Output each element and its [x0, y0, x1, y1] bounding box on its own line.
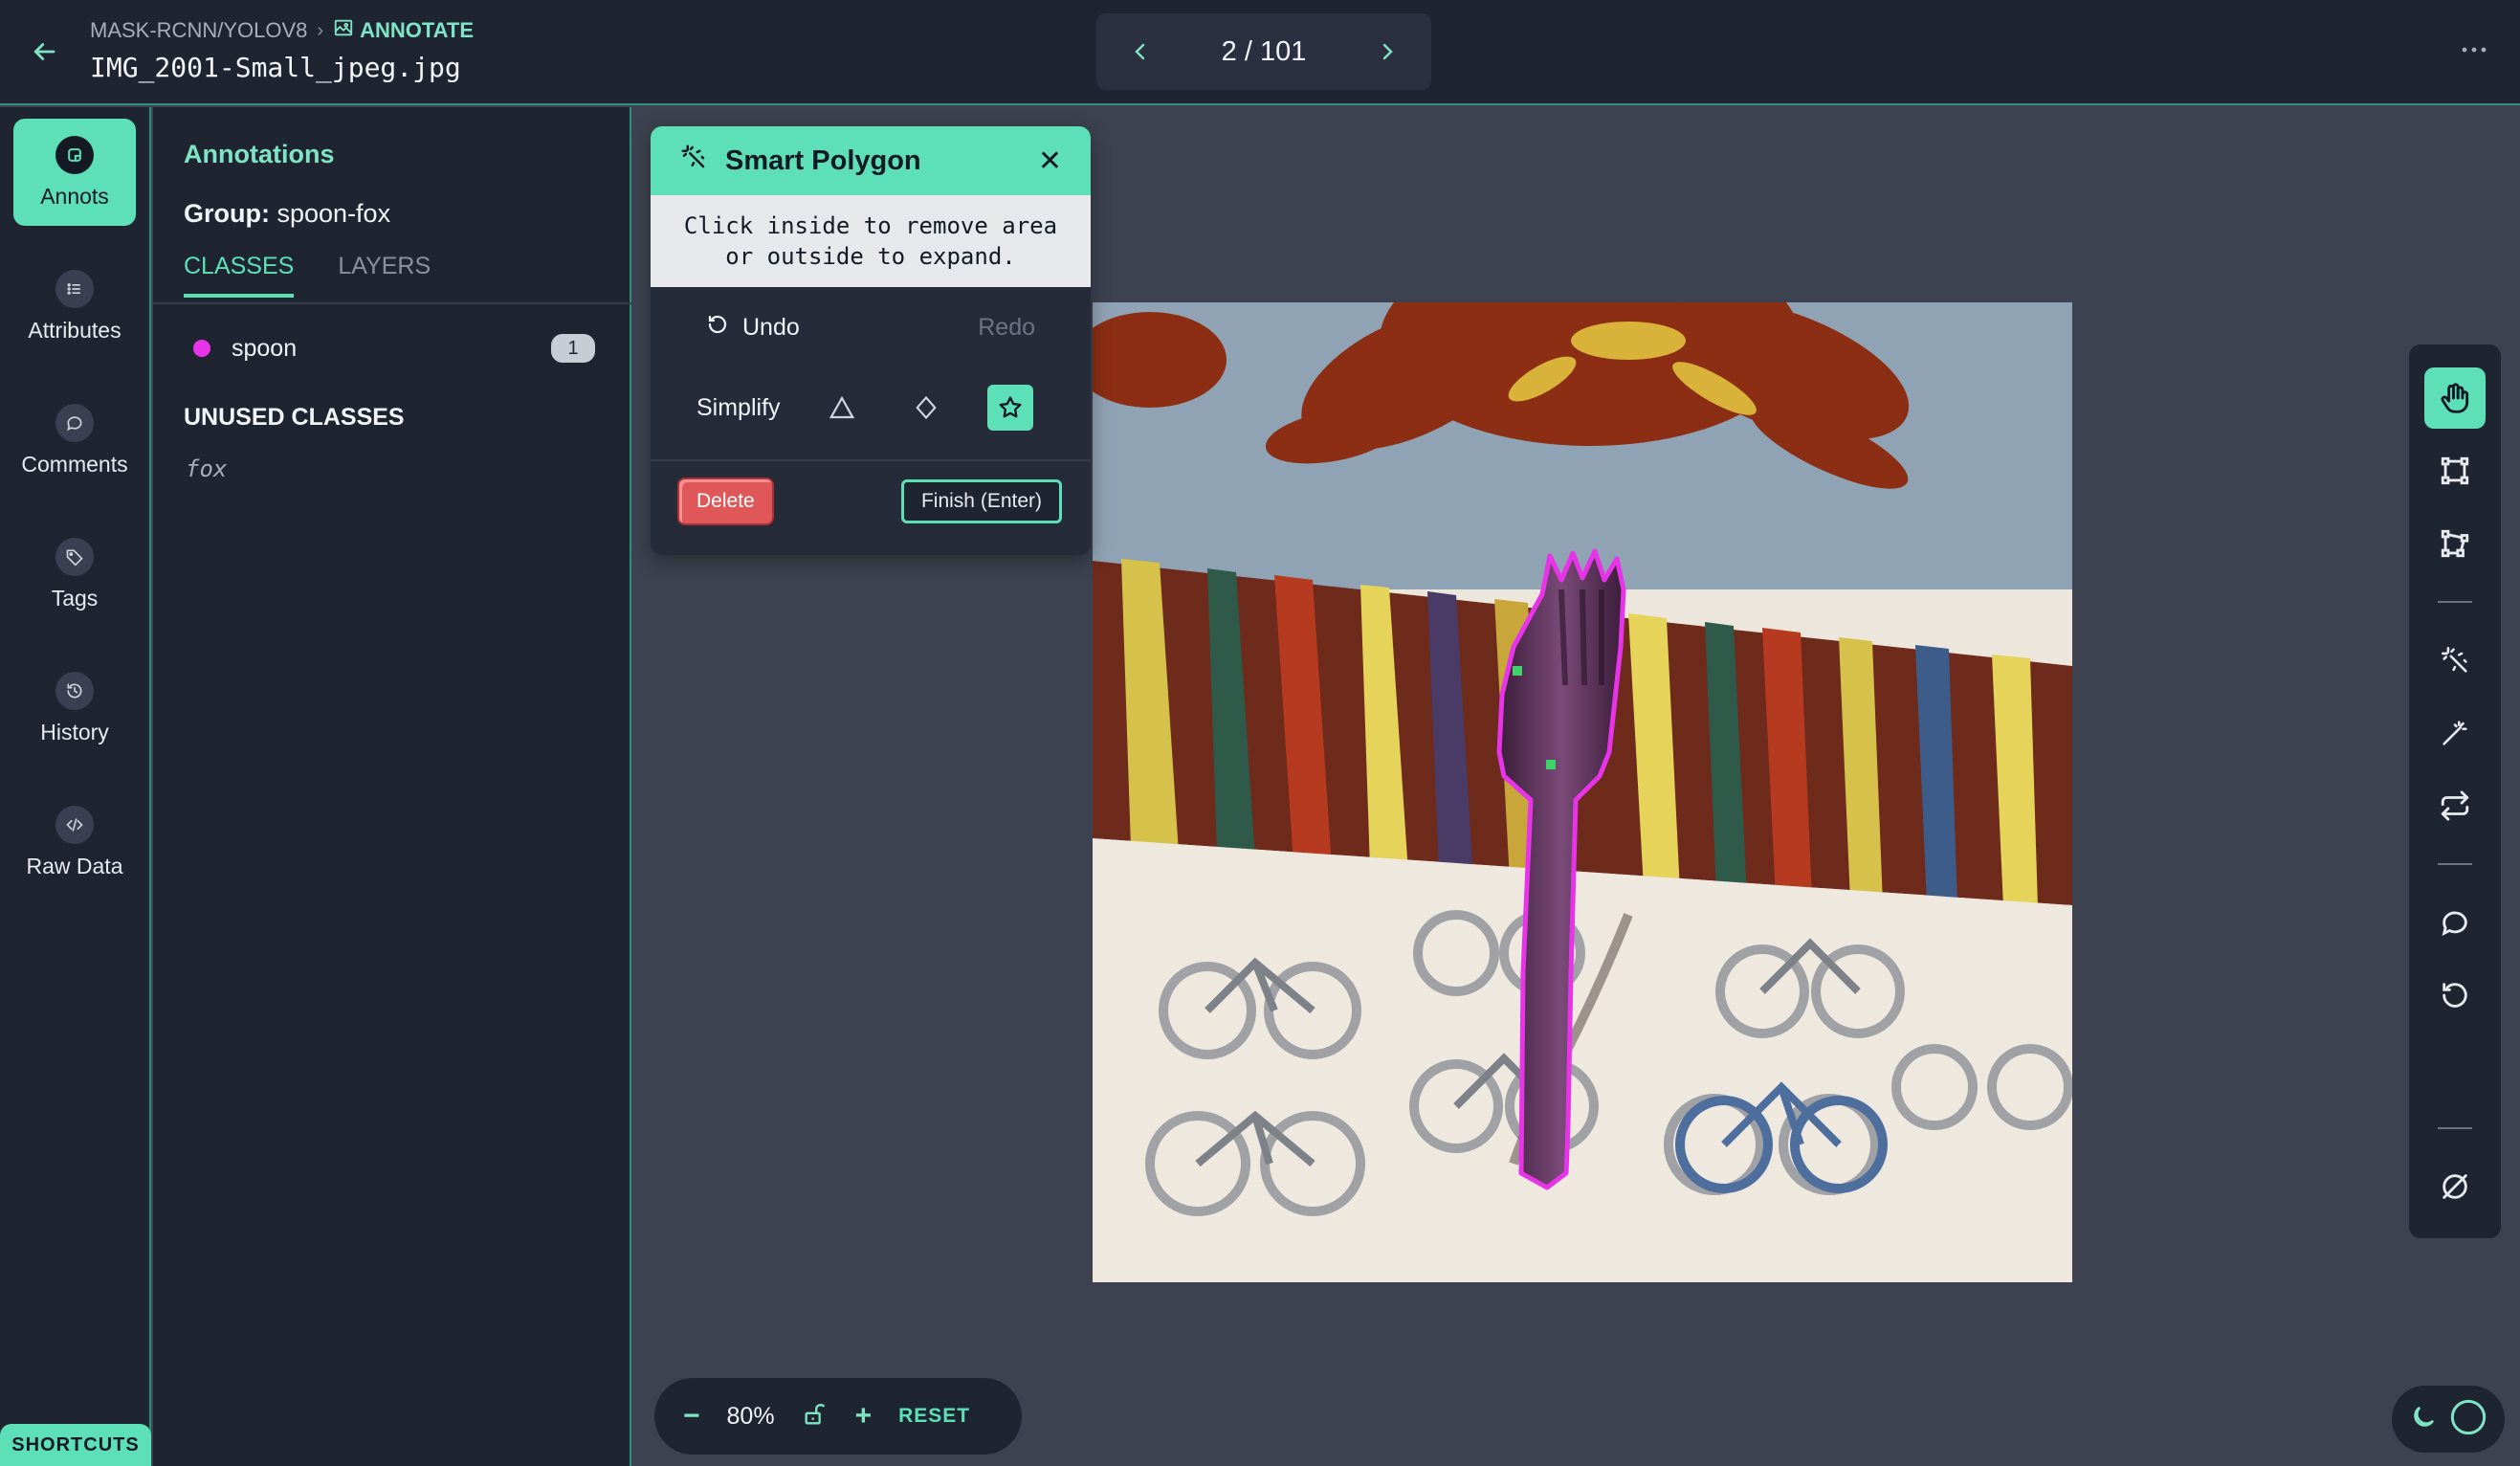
undo-icon — [706, 313, 729, 343]
reset-zoom-button[interactable]: RESET — [898, 1405, 970, 1428]
top-bar: MASK-RCNN/YOLOV8 › ANNOTATE IMG_2001-Sma… — [0, 0, 2520, 105]
close-icon[interactable]: ✕ — [1038, 144, 1062, 178]
hide-annotations-icon[interactable] — [2424, 1156, 2486, 1217]
history-icon — [55, 671, 94, 710]
divider — [2438, 601, 2472, 603]
unused-classes-heading: UNUSED CLASSES — [184, 404, 405, 431]
tool-palette — [2409, 344, 2501, 1238]
divider — [2438, 1127, 2472, 1129]
zoom-out-button[interactable]: − — [683, 1400, 700, 1433]
rail-item-history[interactable]: History — [13, 655, 136, 762]
page-counter: 2 / 101 — [1221, 35, 1307, 67]
panel-title: Annotations — [184, 140, 335, 168]
rail-item-label: Annots — [40, 183, 109, 209]
delete-button[interactable]: Delete — [679, 479, 772, 523]
left-nav-rail: Annots Attributes Comments Tags History … — [0, 107, 151, 1466]
rail-item-attributes[interactable]: Attributes — [13, 253, 136, 360]
annotation-icon — [55, 135, 94, 174]
shortcuts-button[interactable]: SHORTCUTS — [0, 1424, 151, 1466]
popup-title: Smart Polygon — [725, 144, 921, 176]
smart-polygon-icon[interactable] — [2424, 630, 2486, 691]
unused-class-item[interactable]: fox — [186, 455, 227, 482]
photo-fork-on-cloth[interactable] — [1093, 302, 2072, 1282]
divider — [2438, 863, 2472, 865]
star-icon[interactable] — [986, 385, 1033, 431]
tag-icon — [55, 537, 94, 576]
divider — [651, 459, 1091, 461]
breadcrumb-project[interactable]: MASK-RCNN/YOLOV8 — [90, 18, 307, 43]
lock-icon[interactable] — [802, 1401, 829, 1433]
popup-header: Smart Polygon ✕ — [651, 126, 1091, 195]
class-row-spoon[interactable]: spoon 1 — [193, 329, 595, 367]
hand-pan-icon[interactable] — [2424, 367, 2486, 429]
previous-image-button[interactable] — [1123, 34, 1158, 69]
tab-layers[interactable]: LAYERS — [338, 253, 431, 298]
popup-hint: Click inside to remove area or outside t… — [651, 195, 1091, 287]
triangle-icon[interactable] — [819, 385, 865, 431]
next-image-button[interactable] — [1370, 34, 1404, 69]
finish-button[interactable]: Finish (Enter) — [900, 479, 1062, 523]
file-name: IMG_2001-Small_jpeg.jpg — [90, 52, 461, 83]
tab-classes[interactable]: CLASSES — [184, 253, 295, 298]
class-color-dot — [193, 340, 210, 357]
sun-circle-icon — [2449, 1398, 2487, 1441]
redo-button[interactable]: Redo — [978, 314, 1035, 342]
smart-polygon-popup: Smart Polygon ✕ Click inside to remove a… — [651, 126, 1091, 555]
rail-item-label: Raw Data — [26, 853, 123, 878]
repeat-icon[interactable] — [2424, 775, 2486, 836]
simplify-label: Simplify — [696, 393, 781, 421]
zoom-in-button[interactable]: + — [855, 1400, 873, 1433]
group-value: spoon-fox — [276, 199, 391, 228]
panel-tabs: CLASSES LAYERS — [184, 253, 431, 298]
hint-line: or outside to expand. — [725, 243, 1016, 270]
chat-icon — [55, 403, 94, 442]
magic-wand-icon[interactable] — [2424, 702, 2486, 764]
hint-line: Click inside to remove area — [683, 212, 1058, 239]
class-count-badge: 1 — [551, 334, 595, 363]
rail-item-annots[interactable]: Annots — [13, 119, 136, 226]
more-options-icon[interactable] — [2455, 31, 2493, 69]
zoom-controls: − 80% + RESET — [654, 1378, 1022, 1455]
back-arrow-icon[interactable] — [25, 33, 63, 71]
popup-actions: Delete Finish (Enter) — [651, 478, 1091, 524]
annotation-canvas-image[interactable] — [1093, 302, 2072, 1282]
rail-item-tags[interactable]: Tags — [13, 521, 136, 628]
bounding-box-icon[interactable] — [2424, 440, 2486, 501]
rail-item-label: History — [40, 719, 109, 744]
rail-item-raw-data[interactable]: Raw Data — [13, 789, 136, 896]
diamond-icon[interactable] — [903, 385, 949, 431]
polygon-tool-icon[interactable] — [2424, 513, 2486, 574]
breadcrumb: MASK-RCNN/YOLOV8 › ANNOTATE — [90, 17, 474, 44]
group-line: Group: spoon-fox — [184, 199, 390, 229]
list-icon — [55, 269, 94, 308]
chevron-right-icon: › — [317, 19, 324, 41]
annotations-panel: Annotations Group: spoon-fox CLASSES LAY… — [153, 107, 631, 1466]
code-icon — [55, 805, 94, 844]
rail-item-comments[interactable]: Comments — [13, 387, 136, 494]
image-icon — [333, 17, 354, 44]
divider — [153, 302, 631, 304]
smart-polygon-icon — [679, 143, 708, 179]
undo-button[interactable]: Undo — [706, 313, 800, 343]
undo-icon[interactable] — [2424, 965, 2486, 1026]
breadcrumb-current: ANNOTATE — [333, 17, 474, 44]
image-pager: 2 / 101 — [1096, 13, 1431, 90]
moon-icon — [2409, 1403, 2438, 1436]
theme-toggle[interactable] — [2392, 1386, 2505, 1453]
rail-item-label: Comments — [21, 451, 128, 477]
rail-item-label: Tags — [51, 585, 99, 611]
simplify-row: Simplify — [651, 377, 1091, 438]
rail-item-label: Attributes — [28, 317, 122, 343]
undo-redo-row: Undo Redo — [651, 299, 1091, 356]
group-label: Group: — [184, 199, 270, 228]
class-name: spoon — [232, 334, 298, 362]
zoom-level: 80% — [726, 1402, 775, 1430]
comment-icon[interactable] — [2424, 892, 2486, 953]
